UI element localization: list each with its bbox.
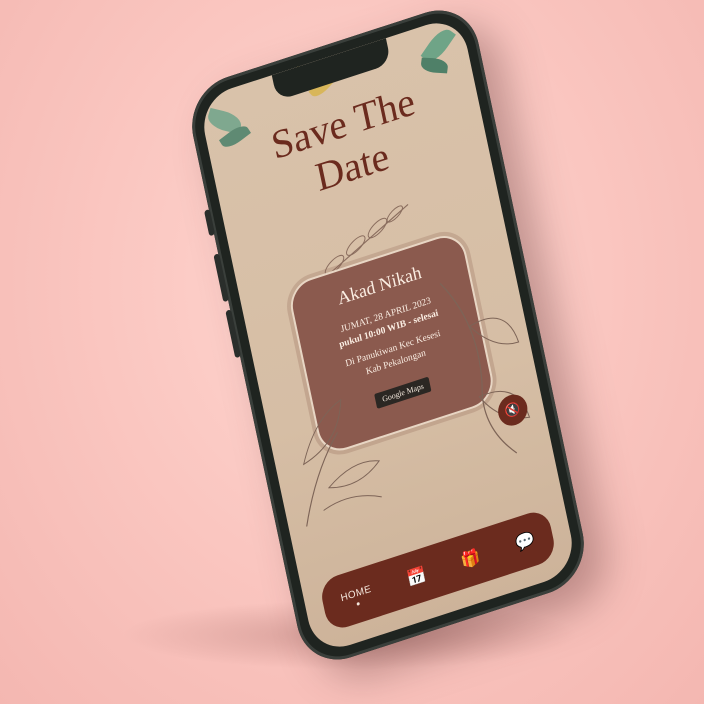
event-card: Akad Nikah JUMAT, 28 APRIL 2023 pukul 10… [286, 229, 498, 458]
active-indicator-dot [356, 601, 360, 606]
phone-mockup: Save The Date Akad Nikah JUMAT, 28 APRIL… [183, 0, 593, 672]
nav-item-wishes[interactable]: 💬 [513, 528, 537, 554]
google-maps-button[interactable]: Google Maps [374, 376, 432, 409]
nav-item-calendar[interactable]: 📅 [405, 564, 428, 589]
nav-home-label: HOME [339, 583, 373, 604]
nav-item-gift[interactable]: 🎁 [459, 546, 483, 572]
nav-item-home[interactable]: HOME [340, 583, 374, 610]
calendar-icon: 📅 [405, 564, 428, 589]
phone-screen: Save The Date Akad Nikah JUMAT, 28 APRIL… [197, 14, 579, 656]
page-title: Save The Date [207, 59, 488, 231]
chat-quote-icon: 💬 [513, 528, 537, 554]
gift-icon: 🎁 [459, 546, 483, 572]
mute-toggle-button[interactable]: 🔇 [495, 390, 531, 430]
speaker-mute-icon: 🔇 [503, 400, 523, 421]
